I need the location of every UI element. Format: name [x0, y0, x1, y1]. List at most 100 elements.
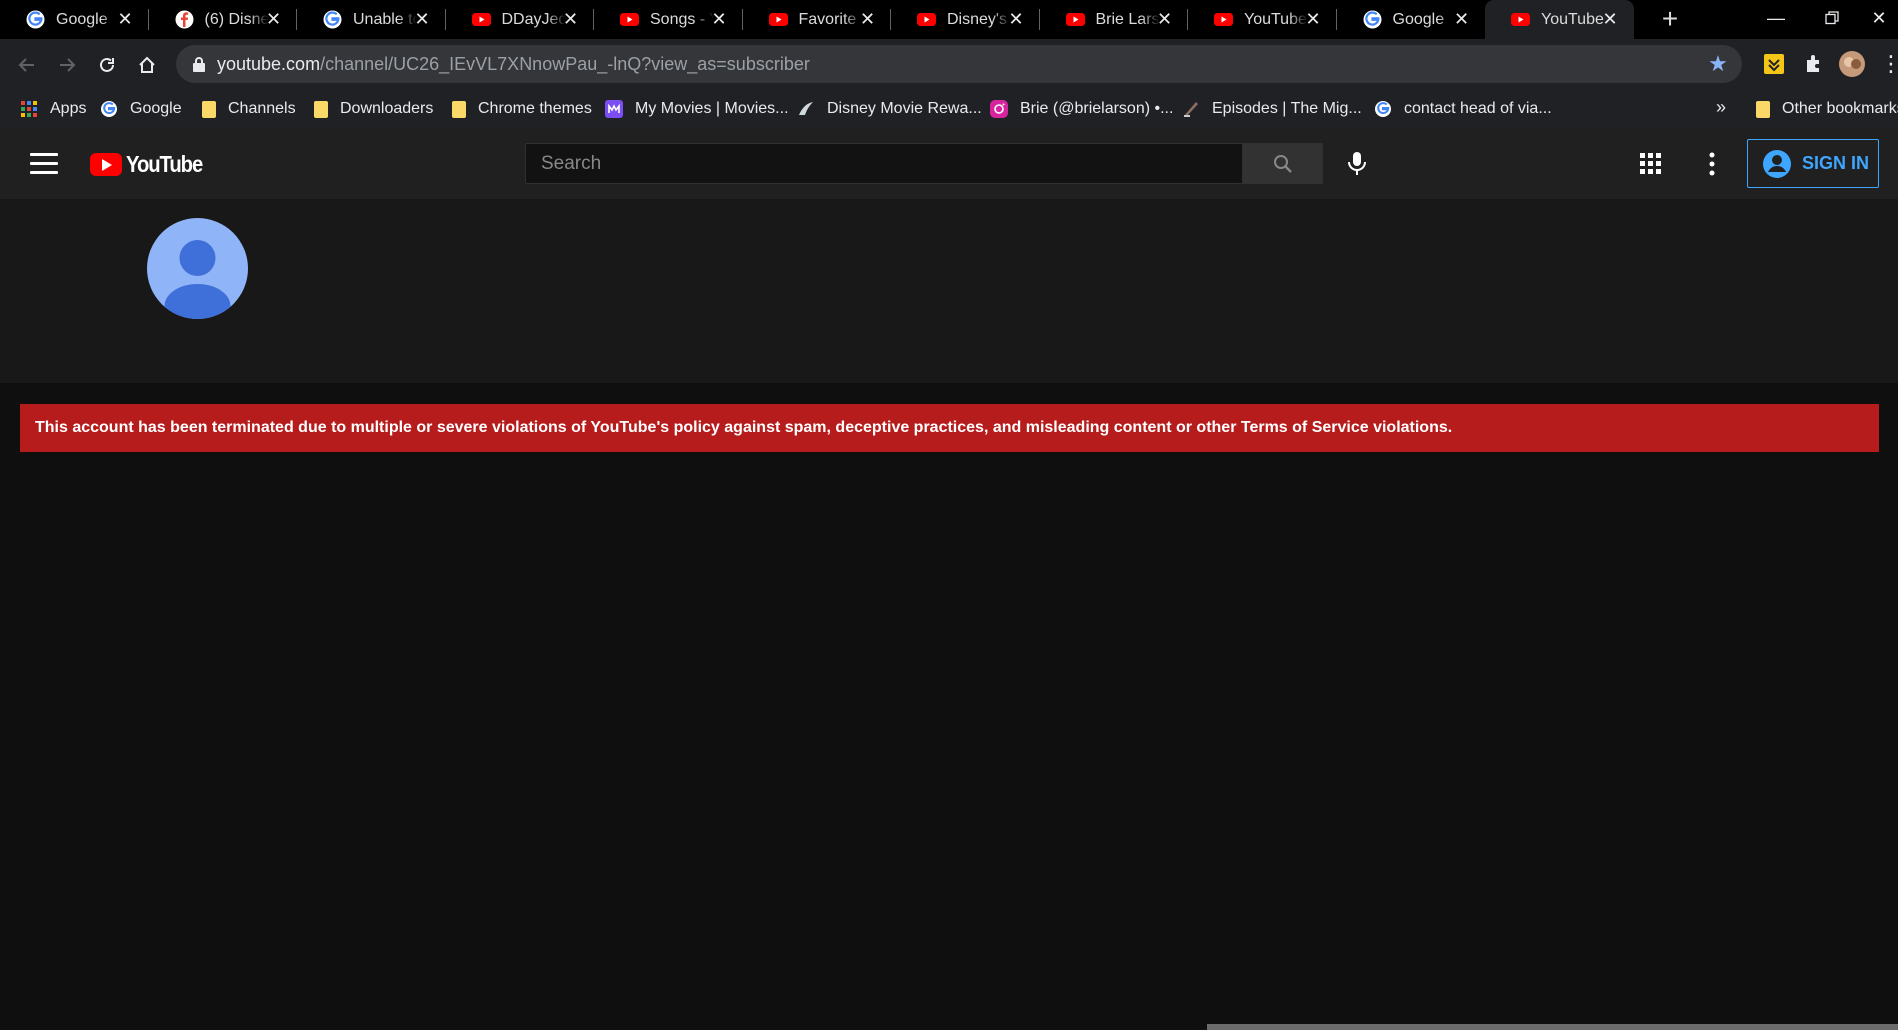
guide-menu-icon[interactable] [30, 153, 58, 175]
bookmarks-bar: Apps Google Channels Downloaders Chrome … [0, 89, 1898, 129]
search-icon [1274, 155, 1292, 173]
bookmark-label: Apps [50, 100, 87, 117]
url-text[interactable]: youtube.com/channel/UC26_IEvVL7XNnowPau_… [217, 53, 810, 75]
tab-6[interactable]: Favorite M✕ [743, 0, 891, 39]
bookmark-star-icon[interactable]: ★ [1706, 52, 1730, 76]
tab-close-icon[interactable]: ✕ [1155, 10, 1174, 29]
tab-close-icon[interactable]: ✕ [858, 10, 877, 29]
extensions-puzzle-icon[interactable] [1800, 50, 1828, 78]
sign-in-button[interactable]: SIGN IN [1747, 139, 1879, 188]
youtube-apps-grid-icon[interactable] [1640, 153, 1662, 175]
youtube-play-icon [90, 152, 122, 176]
apps-grid-icon [21, 101, 37, 117]
tab-11[interactable]: YouTube ✕ [1485, 0, 1634, 39]
tab-strip: Google✕(6) Disney✕Unable to✕DDayJedi✕Son… [0, 0, 1898, 39]
restore-icon[interactable] [1804, 0, 1860, 39]
bookmark-other[interactable]: Other bookmarks [1756, 89, 1898, 129]
bookmark-label: Google [130, 100, 182, 117]
tab-title: YouTube [1244, 11, 1307, 28]
google-icon [1375, 101, 1391, 117]
bookmark-label: Chrome themes [478, 100, 592, 117]
google-icon [323, 10, 342, 29]
tab-close-icon[interactable]: ✕ [1601, 10, 1620, 29]
new-tab-button[interactable]: + [1654, 4, 1686, 36]
reload-icon[interactable] [92, 50, 122, 80]
folder-icon [1756, 100, 1770, 118]
tab-title: Unable to [353, 11, 417, 28]
google-icon [101, 101, 117, 117]
search-input[interactable] [526, 144, 1242, 183]
minimize-icon[interactable]: — [1748, 0, 1804, 39]
more-bookmarks-chevron-icon[interactable]: » [1716, 97, 1726, 118]
google-icon [1363, 10, 1382, 29]
tab-title: Google [56, 11, 108, 28]
bookmark-label: My Movies | Movies... [635, 100, 789, 117]
tab-3[interactable]: Unable to ✕ [297, 0, 446, 39]
close-window-icon[interactable]: ✕ [1860, 0, 1898, 39]
tab-close-icon[interactable]: ✕ [1007, 10, 1026, 29]
bookmark-label: Disney Movie Rewa... [827, 100, 982, 117]
bookmark-downloaders[interactable]: Downloaders [314, 89, 433, 129]
bookmark-chrome-themes[interactable]: Chrome themes [452, 89, 592, 129]
tab-4[interactable]: DDayJedi ✕ [446, 0, 594, 39]
settings-more-vert-icon[interactable] [1700, 151, 1724, 177]
search-button[interactable] [1243, 143, 1323, 184]
mighty-ducks-icon [1184, 102, 1198, 117]
bookmark-contact[interactable]: contact head of via... [1374, 89, 1552, 129]
tab-close-icon[interactable]: ✕ [1452, 10, 1471, 29]
bookmark-label: Episodes | The Mig... [1212, 100, 1362, 117]
tab-title: Songs - Yo [650, 11, 714, 28]
default-avatar-person-icon [164, 240, 231, 319]
tab-2[interactable]: (6) Disney✕ [149, 0, 297, 39]
tab-close-icon[interactable]: ✕ [264, 10, 283, 29]
tab-title: Disney's F [947, 11, 1011, 28]
bookmark-disney-rewards[interactable]: Disney Movie Rewa... [797, 89, 982, 129]
bookmark-my-movies[interactable]: My Movies | Movies... [605, 89, 789, 129]
folder-icon [452, 100, 466, 118]
youtube-logo-text: YouTube [126, 150, 203, 177]
tab-10[interactable]: Google ✕ [1337, 0, 1486, 39]
tab-close-icon[interactable]: ✕ [561, 10, 580, 29]
bookmark-google[interactable]: Google [100, 89, 182, 129]
microphone-icon[interactable] [1342, 148, 1372, 178]
tab-5[interactable]: Songs - Yo✕ [594, 0, 743, 39]
bookmark-label: Other bookmarks [1782, 100, 1898, 117]
tab-7[interactable]: Disney's F✕ [891, 0, 1040, 39]
tab-title: Favorite M [798, 11, 863, 28]
bookmark-apps[interactable]: Apps [20, 89, 86, 129]
browser-toolbar: youtube.com/channel/UC26_IEvVL7XNnowPau_… [0, 39, 1898, 89]
channel-header [0, 199, 1898, 383]
disney-rewards-icon [799, 102, 813, 115]
back-icon[interactable] [12, 50, 42, 80]
tab-title: Brie Larson [1095, 11, 1160, 28]
extension-download-icon[interactable] [1760, 50, 1788, 78]
tab-9[interactable]: YouTube ✕ [1188, 0, 1337, 39]
address-bar[interactable]: youtube.com/channel/UC26_IEvVL7XNnowPau_… [176, 45, 1742, 83]
alert-message: This account has been terminated due to … [35, 419, 1453, 436]
tab-8[interactable]: Brie Larson✕ [1040, 0, 1188, 39]
bookmark-instagram[interactable]: Brie (@brielarson) •... [990, 89, 1173, 129]
tab-close-icon[interactable]: ✕ [1304, 10, 1323, 29]
tab-close-icon[interactable]: ✕ [413, 10, 432, 29]
chrome-menu-icon[interactable]: ⋮ [1880, 50, 1898, 80]
youtube-icon [1511, 10, 1530, 29]
youtube-logo[interactable]: YouTube [90, 150, 213, 178]
lock-icon[interactable] [192, 56, 206, 72]
home-icon[interactable] [132, 50, 162, 80]
bookmark-channels[interactable]: Channels [202, 89, 296, 129]
bookmark-episodes[interactable]: Episodes | The Mig... [1182, 89, 1362, 129]
tab-1[interactable]: Google ✕ [0, 0, 149, 39]
account-terminated-alert: This account has been terminated due to … [20, 404, 1879, 452]
url-path: /channel/UC26_IEvVL7XNnowPau_-lnQ?view_a… [320, 54, 810, 74]
forward-icon[interactable] [52, 50, 82, 80]
tab-close-icon[interactable]: ✕ [710, 10, 729, 29]
youtube-icon [1065, 10, 1085, 29]
tab-close-icon[interactable]: ✕ [116, 10, 135, 29]
url-host: youtube.com [217, 54, 321, 74]
search-box [525, 143, 1243, 184]
bookmark-label: Channels [228, 100, 296, 117]
youtube-icon [1214, 10, 1233, 29]
tab-title: (6) Disney [204, 11, 269, 28]
profile-avatar-icon[interactable] [1838, 50, 1866, 78]
horizontal-scrollbar[interactable] [1207, 1024, 1898, 1030]
